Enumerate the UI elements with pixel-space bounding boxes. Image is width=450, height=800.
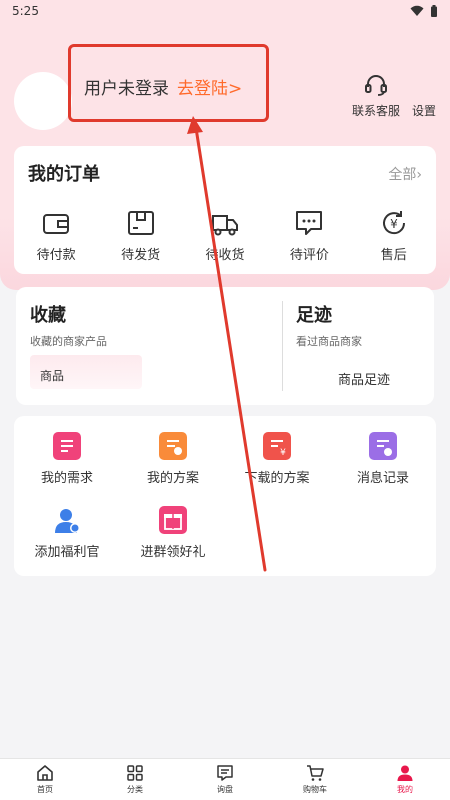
tool-my-plans[interactable]: 我的方案: [128, 432, 218, 486]
tool-label: 消息记录: [356, 471, 409, 486]
chevron-right-icon: ›: [416, 167, 422, 183]
order-item-label: 待收货: [205, 248, 245, 263]
tab-label: 购物车: [303, 785, 327, 794]
tool-label: 我的方案: [146, 471, 199, 486]
tools-card: 我的需求 我的方案 ¥ 下载的方案 消息记录 添加福利官 进群领好礼: [14, 416, 436, 576]
tool-message-records[interactable]: 消息记录: [338, 432, 428, 486]
product-footprints-link[interactable]: 商品足迹: [338, 369, 390, 388]
order-item-after-sales[interactable]: ¥ 售后: [359, 208, 429, 263]
package-icon: [127, 211, 154, 235]
top-actions: 联系客服 设置: [352, 72, 436, 119]
favorites-subtitle: 收藏的商家产品: [30, 335, 107, 348]
tab-label: 我的: [397, 785, 413, 794]
battery-icon: [431, 5, 437, 17]
tab-home[interactable]: 首页: [15, 764, 75, 795]
section-divider: [282, 301, 283, 391]
footprints-title: 足迹: [296, 305, 332, 326]
tab-label: 分类: [127, 785, 143, 794]
bottom-tab-bar: 首页 分类 询盘 购物车 我的: [0, 758, 450, 800]
inquiry-icon: [217, 765, 233, 781]
settings-label: 设置: [411, 104, 436, 118]
customer-service-button[interactable]: 联系客服: [352, 72, 400, 119]
gift-icon: [159, 506, 187, 534]
plan-icon: [159, 432, 187, 460]
home-icon: [37, 765, 53, 781]
orders-all-label: 全部: [388, 167, 417, 183]
annotation-highlight-box: [68, 44, 269, 122]
truck-icon: [211, 215, 238, 236]
tab-cart[interactable]: 购物车: [285, 764, 345, 795]
comment-icon: [296, 211, 323, 235]
favorites-products-chip[interactable]: 商品: [30, 355, 142, 389]
status-time: 5:25: [12, 4, 39, 18]
tool-label: 添加福利官: [34, 545, 100, 560]
headset-icon: [364, 75, 387, 96]
wifi-icon: [410, 5, 424, 16]
profile-icon: [397, 765, 413, 781]
requirement-icon: [53, 432, 81, 460]
footprints-section[interactable]: 足迹 看过商品商家: [296, 301, 362, 349]
svg-text:¥: ¥: [280, 448, 286, 458]
favorites-footprints-card: 收藏 收藏的商家产品 商品 足迹 看过商品商家 商品足迹: [16, 287, 434, 405]
tab-inquiry[interactable]: 询盘: [195, 764, 255, 795]
tool-label: 我的需求: [40, 471, 93, 486]
customer-service-label: 联系客服: [351, 104, 400, 118]
status-bar: 5:25: [0, 0, 450, 22]
message-record-icon: [369, 432, 397, 460]
orders-title: 我的订单: [28, 164, 100, 185]
favorites-title: 收藏: [30, 305, 66, 326]
welfare-officer-icon: [53, 506, 81, 534]
order-item-pending-review[interactable]: 待评价: [274, 208, 344, 263]
svg-text:¥: ¥: [390, 217, 398, 231]
favorites-section[interactable]: 收藏 收藏的商家产品: [30, 301, 107, 349]
order-item-pending-receipt[interactable]: 待收货: [190, 208, 260, 263]
order-item-pending-payment[interactable]: 待付款: [21, 208, 91, 263]
orders-all-link[interactable]: 全部›: [388, 164, 422, 184]
tool-join-group-gift[interactable]: 进群领好礼: [128, 506, 218, 560]
cart-icon: [307, 765, 324, 781]
order-item-label: 待付款: [36, 248, 76, 263]
tab-label: 询盘: [217, 785, 233, 794]
tab-category[interactable]: 分类: [105, 764, 165, 795]
settings-button[interactable]: 设置: [412, 72, 436, 119]
footprints-subtitle: 看过商品商家: [296, 335, 362, 348]
orders-card: 我的订单 全部› 待付款 待发货 待收货 待评价 ¥ 售后: [14, 146, 436, 274]
tool-label: 进群领好礼: [140, 545, 206, 560]
download-plan-icon: ¥: [263, 432, 291, 460]
tab-label: 首页: [37, 785, 53, 794]
tool-my-requirements[interactable]: 我的需求: [22, 432, 112, 486]
tool-add-welfare-officer[interactable]: 添加福利官: [22, 506, 112, 560]
order-item-pending-shipment[interactable]: 待发货: [106, 208, 176, 263]
order-item-label: 待评价: [289, 248, 329, 263]
order-item-label: 售后: [380, 248, 407, 263]
tab-profile[interactable]: 我的: [375, 764, 435, 795]
category-icon: [127, 765, 143, 781]
order-item-label: 待发货: [121, 248, 161, 263]
tool-downloaded-plans[interactable]: ¥ 下载的方案: [232, 432, 322, 486]
refund-icon: ¥: [382, 211, 405, 235]
tool-label: 下载的方案: [244, 471, 310, 486]
avatar[interactable]: [14, 72, 72, 130]
wallet-icon: [43, 214, 70, 234]
